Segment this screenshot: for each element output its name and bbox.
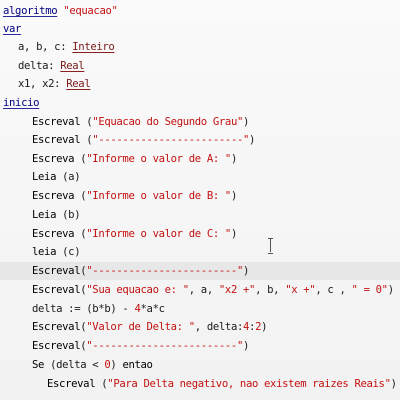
paren-open: ( [95, 378, 108, 390]
code-line-escreva-b[interactable]: Escreva ("Informe o valor de B: ") [32, 187, 400, 205]
text-cursor-ibeam-icon [268, 238, 274, 254]
command-escreval: Escreval [47, 378, 96, 390]
code-line-decl-x[interactable]: x1, x2: Real [18, 75, 400, 93]
code-line-algoritmo[interactable]: algoritmo "equacao" [3, 2, 400, 20]
keyword-inicio: inicio [3, 97, 40, 109]
string-literal: "Informe o valor de A: " [86, 153, 231, 165]
code-line-escreval-delta[interactable]: Escreval("Valor de Delta: ", delta:4:2) [32, 318, 400, 336]
command-escreval: Escreval [32, 340, 81, 352]
paren-close: ) [230, 190, 237, 202]
command-escreva: Escreva [32, 228, 75, 240]
algorithm-name-string: "equacao" [63, 5, 118, 17]
paren-close: ) [243, 340, 250, 352]
type-real: Real [60, 60, 85, 72]
paren-open: ( [74, 228, 87, 240]
code-line-escreval-separator-2[interactable]: Escreval("------------------------") [0, 262, 400, 280]
command-leia: Leia [32, 171, 57, 183]
command-escreval: Escreval [32, 284, 81, 296]
type-real: Real [66, 78, 91, 90]
code-line-escreva-c[interactable]: Escreva ("Informe o valor de C: ") [32, 225, 400, 243]
string-literal: "------------------------" [86, 340, 243, 352]
command-escreval: Escreval [32, 321, 81, 333]
type-inteiro: Inteiro [72, 41, 115, 53]
paren-open: ( [80, 134, 93, 146]
keyword-algoritmo: algoritmo [3, 5, 58, 17]
args-separator: , delta: [194, 321, 244, 333]
string-literal: "Informe o valor de C: " [86, 228, 231, 240]
leia-args: (b) [56, 209, 81, 221]
args-separator: , a, [188, 284, 219, 296]
delta-expression-end: *a*c [140, 303, 165, 315]
code-line-escreval-titulo[interactable]: Escreval ("Equacao do Segundo Grau") [32, 113, 400, 131]
paren-close: ) [390, 378, 397, 390]
command-escreval: Escreval [32, 265, 81, 277]
code-editor[interactable]: algoritmo "equacao" var a, b, c: Inteiro… [0, 0, 400, 400]
keyword-var: var [3, 23, 22, 35]
paren-close: ) [243, 265, 250, 277]
code-line-leia-c[interactable]: leia (c) [32, 243, 400, 261]
paren-open: ( [74, 153, 87, 165]
string-literal: "Para Delta negativo, nao existem raizes… [107, 378, 391, 390]
code-line-se[interactable]: Se (delta < 0) entao [32, 356, 400, 374]
paren-close: ) [243, 116, 250, 128]
var-list: a, b, c: [18, 41, 73, 53]
code-line-escreval-negativo[interactable]: Escreval ("Para Delta negativo, nao exis… [47, 375, 400, 393]
code-line-escreval-equacao[interactable]: Escreval("Sua equacao e: ", a, "x2 +", b… [32, 281, 400, 299]
code-line-delta-assign[interactable]: delta := (b*b) - 4*a*c [32, 300, 400, 318]
string-literal: "Sua equacao e: " [86, 284, 189, 296]
keyword-se: Se [32, 359, 45, 371]
command-leia: leia [32, 246, 57, 258]
command-escreval: Escreval [32, 116, 81, 128]
args-separator: , c , [315, 284, 352, 296]
condition-start: (delta < [44, 359, 105, 371]
delta-expression-start: delta := (b*b) - [32, 303, 135, 315]
command-escreva: Escreva [32, 153, 75, 165]
string-literal: "------------------------" [92, 134, 250, 146]
code-line-var[interactable]: var [3, 20, 400, 38]
command-leia: Leia [32, 209, 57, 221]
var-list: delta: [18, 60, 61, 72]
code-line-escreval-separator-3[interactable]: Escreval("------------------------") [32, 337, 400, 355]
string-literal: "Valor de Delta: " [86, 321, 195, 333]
paren-open: ( [74, 190, 87, 202]
string-literal: "x +" [285, 284, 316, 296]
string-literal: "Equacao do Segundo Grau" [92, 116, 243, 128]
code-line-inicio[interactable]: inicio [3, 94, 400, 112]
paren-close: ) [387, 284, 394, 296]
args-separator: , b, [255, 284, 286, 296]
leia-args: (c) [56, 246, 81, 258]
var-list: x1, x2: [18, 78, 67, 90]
code-line-leia-a[interactable]: Leia (a) [32, 168, 400, 186]
string-literal: "------------------------" [86, 265, 243, 277]
command-escreva: Escreva [32, 190, 75, 202]
paren-close: ) [230, 228, 237, 240]
paren-close: ) [230, 153, 237, 165]
code-line-decl-abc[interactable]: a, b, c: Inteiro [18, 38, 400, 56]
command-escreval: Escreval [32, 134, 81, 146]
leia-args: (a) [56, 171, 81, 183]
code-line-decl-delta[interactable]: delta: Real [18, 57, 400, 75]
string-literal: "Informe o valor de B: " [86, 190, 231, 202]
condition-end: ) [110, 359, 123, 371]
string-literal: "x2 +" [218, 284, 256, 296]
paren-open: ( [80, 116, 93, 128]
string-literal: " = 0" [351, 284, 389, 296]
paren-close: ) [249, 134, 256, 146]
code-line-escreva-a[interactable]: Escreva ("Informe o valor de A: ") [32, 150, 400, 168]
code-line-escreval-separator[interactable]: Escreval ("------------------------") [32, 131, 400, 149]
code-line-leia-b[interactable]: Leia (b) [32, 206, 400, 224]
paren-close: ) [261, 321, 268, 333]
keyword-entao: entao [122, 359, 153, 371]
